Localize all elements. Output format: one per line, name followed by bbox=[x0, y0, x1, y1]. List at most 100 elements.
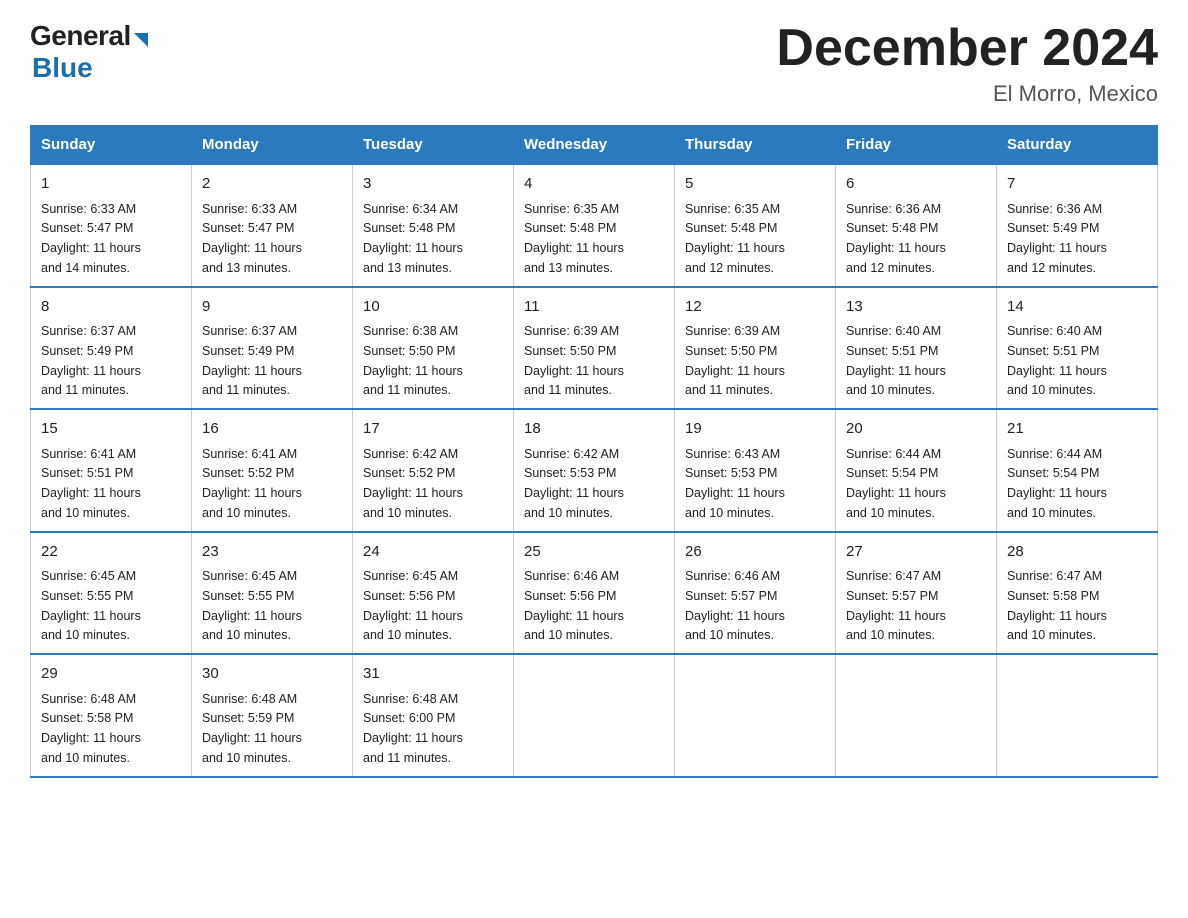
calendar-cell: 9 Sunrise: 6:37 AMSunset: 5:49 PMDaylight… bbox=[192, 287, 353, 410]
calendar-cell: 23 Sunrise: 6:45 AMSunset: 5:55 PMDayligh… bbox=[192, 532, 353, 655]
day-number: 22 bbox=[41, 541, 181, 564]
day-number: 31 bbox=[363, 663, 503, 686]
day-number: 24 bbox=[363, 541, 503, 564]
calendar-cell: 17Sunrise: 6:42 AMSunset: 5:52 PMDayligh… bbox=[353, 409, 514, 532]
day-info: Sunrise: 6:40 AMSunset: 5:51 PMDaylight:… bbox=[846, 324, 946, 397]
day-info: Sunrise: 6:35 AMSunset: 5:48 PMDaylight:… bbox=[524, 202, 624, 275]
logo-arrow-icon bbox=[134, 33, 148, 47]
calendar-cell: 10 Sunrise: 6:38 AMSunset: 5:50 PMDayligh… bbox=[353, 287, 514, 410]
day-info: Sunrise: 6:36 AMSunset: 5:49 PMDaylight:… bbox=[1007, 202, 1107, 275]
day-number: 20 bbox=[846, 418, 986, 441]
day-info: Sunrise: 6:35 AMSunset: 5:48 PMDaylight:… bbox=[685, 202, 785, 275]
calendar-cell: 4 Sunrise: 6:35 AMSunset: 5:48 PMDaylight… bbox=[514, 164, 675, 287]
calendar-week-row: 8 Sunrise: 6:37 AMSunset: 5:49 PMDaylight… bbox=[31, 287, 1158, 410]
day-number: 11 bbox=[524, 296, 664, 319]
day-number: 5 bbox=[685, 173, 825, 196]
day-number: 8 bbox=[41, 296, 181, 319]
day-info: Sunrise: 6:41 AMSunset: 5:51 PMDaylight:… bbox=[41, 447, 141, 520]
day-info: Sunrise: 6:48 AMSunset: 6:00 PMDaylight:… bbox=[363, 692, 463, 765]
header-saturday: Saturday bbox=[997, 126, 1158, 165]
calendar-cell: 1Sunrise: 6:33 AMSunset: 5:47 PMDaylight… bbox=[31, 164, 192, 287]
day-info: Sunrise: 6:38 AMSunset: 5:50 PMDaylight:… bbox=[363, 324, 463, 397]
logo-blue-text: Blue bbox=[32, 52, 93, 84]
day-info: Sunrise: 6:43 AMSunset: 5:53 PMDaylight:… bbox=[685, 447, 785, 520]
header-wednesday: Wednesday bbox=[514, 126, 675, 165]
calendar-cell: 26 Sunrise: 6:46 AMSunset: 5:57 PMDayligh… bbox=[675, 532, 836, 655]
header-monday: Monday bbox=[192, 126, 353, 165]
calendar-cell: 6Sunrise: 6:36 AMSunset: 5:48 PMDaylight… bbox=[836, 164, 997, 287]
day-info: Sunrise: 6:44 AMSunset: 5:54 PMDaylight:… bbox=[846, 447, 946, 520]
day-info: Sunrise: 6:48 AMSunset: 5:59 PMDaylight:… bbox=[202, 692, 302, 765]
calendar-cell: 31 Sunrise: 6:48 AMSunset: 6:00 PMDayligh… bbox=[353, 654, 514, 777]
day-number: 4 bbox=[524, 173, 664, 196]
day-info: Sunrise: 6:37 AMSunset: 5:49 PMDaylight:… bbox=[202, 324, 302, 397]
calendar-cell bbox=[836, 654, 997, 777]
calendar-cell: 7 Sunrise: 6:36 AMSunset: 5:49 PMDaylight… bbox=[997, 164, 1158, 287]
calendar-cell: 11 Sunrise: 6:39 AMSunset: 5:50 PMDayligh… bbox=[514, 287, 675, 410]
calendar-table: SundayMondayTuesdayWednesdayThursdayFrid… bbox=[30, 125, 1158, 778]
day-info: Sunrise: 6:33 AMSunset: 5:47 PMDaylight:… bbox=[202, 202, 302, 275]
header-friday: Friday bbox=[836, 126, 997, 165]
page-header: General Blue December 2024 El Morro, Mex… bbox=[30, 20, 1158, 107]
day-number: 29 bbox=[41, 663, 181, 686]
calendar-cell: 29 Sunrise: 6:48 AMSunset: 5:58 PMDayligh… bbox=[31, 654, 192, 777]
logo-general-text: General bbox=[30, 20, 131, 52]
day-info: Sunrise: 6:42 AMSunset: 5:52 PMDaylight:… bbox=[363, 447, 463, 520]
calendar-cell: 18Sunrise: 6:42 AMSunset: 5:53 PMDayligh… bbox=[514, 409, 675, 532]
calendar-cell: 16 Sunrise: 6:41 AMSunset: 5:52 PMDayligh… bbox=[192, 409, 353, 532]
day-number: 13 bbox=[846, 296, 986, 319]
day-info: Sunrise: 6:47 AMSunset: 5:57 PMDaylight:… bbox=[846, 569, 946, 642]
day-info: Sunrise: 6:46 AMSunset: 5:57 PMDaylight:… bbox=[685, 569, 785, 642]
day-info: Sunrise: 6:39 AMSunset: 5:50 PMDaylight:… bbox=[524, 324, 624, 397]
day-info: Sunrise: 6:40 AMSunset: 5:51 PMDaylight:… bbox=[1007, 324, 1107, 397]
header-thursday: Thursday bbox=[675, 126, 836, 165]
day-info: Sunrise: 6:34 AMSunset: 5:48 PMDaylight:… bbox=[363, 202, 463, 275]
calendar-cell: 22 Sunrise: 6:45 AMSunset: 5:55 PMDayligh… bbox=[31, 532, 192, 655]
calendar-week-row: 15 Sunrise: 6:41 AMSunset: 5:51 PMDayligh… bbox=[31, 409, 1158, 532]
day-number: 2 bbox=[202, 173, 342, 196]
calendar-week-row: 29 Sunrise: 6:48 AMSunset: 5:58 PMDayligh… bbox=[31, 654, 1158, 777]
calendar-cell: 3 Sunrise: 6:34 AMSunset: 5:48 PMDaylight… bbox=[353, 164, 514, 287]
day-number: 26 bbox=[685, 541, 825, 564]
calendar-cell: 5 Sunrise: 6:35 AMSunset: 5:48 PMDaylight… bbox=[675, 164, 836, 287]
day-info: Sunrise: 6:45 AMSunset: 5:55 PMDaylight:… bbox=[41, 569, 141, 642]
day-info: Sunrise: 6:39 AMSunset: 5:50 PMDaylight:… bbox=[685, 324, 785, 397]
calendar-cell: 13 Sunrise: 6:40 AMSunset: 5:51 PMDayligh… bbox=[836, 287, 997, 410]
day-info: Sunrise: 6:46 AMSunset: 5:56 PMDaylight:… bbox=[524, 569, 624, 642]
title-section: December 2024 El Morro, Mexico bbox=[776, 20, 1158, 107]
day-number: 16 bbox=[202, 418, 342, 441]
calendar-cell bbox=[997, 654, 1158, 777]
day-info: Sunrise: 6:48 AMSunset: 5:58 PMDaylight:… bbox=[41, 692, 141, 765]
day-number: 23 bbox=[202, 541, 342, 564]
day-info: Sunrise: 6:47 AMSunset: 5:58 PMDaylight:… bbox=[1007, 569, 1107, 642]
calendar-cell bbox=[514, 654, 675, 777]
calendar-cell: 2 Sunrise: 6:33 AMSunset: 5:47 PMDaylight… bbox=[192, 164, 353, 287]
header-tuesday: Tuesday bbox=[353, 126, 514, 165]
day-number: 3 bbox=[363, 173, 503, 196]
calendar-cell: 8Sunrise: 6:37 AMSunset: 5:49 PMDaylight… bbox=[31, 287, 192, 410]
calendar-cell bbox=[675, 654, 836, 777]
day-number: 7 bbox=[1007, 173, 1147, 196]
month-title: December 2024 bbox=[776, 20, 1158, 77]
calendar-header-row: SundayMondayTuesdayWednesdayThursdayFrid… bbox=[31, 126, 1158, 165]
day-number: 30 bbox=[202, 663, 342, 686]
day-number: 19 bbox=[685, 418, 825, 441]
day-number: 15 bbox=[41, 418, 181, 441]
day-number: 14 bbox=[1007, 296, 1147, 319]
day-info: Sunrise: 6:41 AMSunset: 5:52 PMDaylight:… bbox=[202, 447, 302, 520]
calendar-cell: 19 Sunrise: 6:43 AMSunset: 5:53 PMDayligh… bbox=[675, 409, 836, 532]
day-number: 25 bbox=[524, 541, 664, 564]
day-number: 10 bbox=[363, 296, 503, 319]
calendar-cell: 27 Sunrise: 6:47 AMSunset: 5:57 PMDayligh… bbox=[836, 532, 997, 655]
calendar-cell: 30 Sunrise: 6:48 AMSunset: 5:59 PMDayligh… bbox=[192, 654, 353, 777]
day-number: 9 bbox=[202, 296, 342, 319]
calendar-cell: 12Sunrise: 6:39 AMSunset: 5:50 PMDayligh… bbox=[675, 287, 836, 410]
calendar-cell: 21Sunrise: 6:44 AMSunset: 5:54 PMDayligh… bbox=[997, 409, 1158, 532]
day-info: Sunrise: 6:45 AMSunset: 5:55 PMDaylight:… bbox=[202, 569, 302, 642]
day-number: 27 bbox=[846, 541, 986, 564]
calendar-cell: 14 Sunrise: 6:40 AMSunset: 5:51 PMDayligh… bbox=[997, 287, 1158, 410]
calendar-cell: 15 Sunrise: 6:41 AMSunset: 5:51 PMDayligh… bbox=[31, 409, 192, 532]
day-number: 6 bbox=[846, 173, 986, 196]
calendar-cell: 28Sunrise: 6:47 AMSunset: 5:58 PMDayligh… bbox=[997, 532, 1158, 655]
day-number: 21 bbox=[1007, 418, 1147, 441]
